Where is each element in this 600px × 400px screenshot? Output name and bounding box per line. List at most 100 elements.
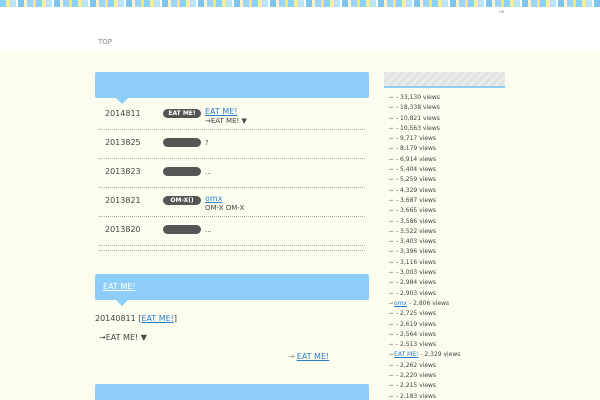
ranking-item: → - 4,329 views bbox=[388, 186, 504, 196]
ranking-item-views: - 2,619 views bbox=[395, 320, 437, 328]
ranking-item-views: - 3,586 views bbox=[395, 217, 437, 225]
ranking-item: → - 2,262 views bbox=[388, 361, 504, 371]
ranking-item: → - 10,563 views bbox=[388, 124, 504, 134]
entry-category-badge[interactable] bbox=[163, 167, 201, 176]
entry-excerpt: ? bbox=[205, 139, 209, 147]
arrow-icon: → bbox=[388, 186, 394, 194]
ranking-item-link[interactable]: EAT ME! bbox=[394, 351, 418, 358]
arrow-icon: → bbox=[388, 279, 394, 287]
entry-excerpt: →EAT ME! ▼ bbox=[205, 117, 247, 125]
ranking-item-views: - 6,914 views bbox=[395, 155, 437, 163]
ranking-item: → - 33,130 views bbox=[388, 93, 504, 103]
ranking-item: → - 3,396 views bbox=[388, 247, 504, 257]
post-title-link[interactable]: EAT ME! bbox=[103, 282, 136, 291]
post-category-link[interactable]: EAT ME! bbox=[141, 314, 174, 323]
arrow-icon: → bbox=[388, 310, 394, 318]
ranking-item: → - 6,914 views bbox=[388, 155, 504, 165]
ranking-item-views: - 10,563 views bbox=[395, 124, 440, 132]
entry-category-badge[interactable] bbox=[163, 225, 201, 234]
entry-excerpt: ... bbox=[205, 168, 212, 176]
entry-title-link[interactable]: omx bbox=[205, 194, 222, 203]
arrow-icon: → bbox=[388, 217, 394, 225]
latest-entries-header bbox=[95, 72, 369, 104]
ranking-item: → - 10,821 views bbox=[388, 114, 504, 124]
ranking-item-views: - 3,116 views bbox=[395, 258, 437, 266]
arrow-icon: → bbox=[388, 94, 394, 101]
ranking-item: → - 3,687 views bbox=[388, 196, 504, 206]
arrow-icon: → bbox=[388, 196, 394, 204]
entry-category-badge[interactable] bbox=[163, 138, 201, 147]
ranking-item: → - 18,338 views bbox=[388, 103, 504, 113]
arrow-icon: → bbox=[388, 289, 394, 297]
ranking-item: → - 2,564 views bbox=[388, 330, 504, 340]
post-date: 20140811 bbox=[95, 314, 136, 323]
arrow-icon: → bbox=[388, 248, 394, 256]
ranking-item: →omx - 2,806 views bbox=[388, 299, 504, 309]
ranking-item: → - 2,984 views bbox=[388, 278, 504, 288]
entry-excerpt: OM-X OM-X bbox=[205, 204, 245, 212]
arrow-icon: → bbox=[388, 269, 394, 277]
arrow-icon: → bbox=[388, 176, 394, 184]
arrow-icon: → bbox=[388, 330, 394, 338]
ranking-item-views: - 5,259 views bbox=[395, 176, 437, 184]
ranking-item: → - 9,717 views bbox=[388, 134, 504, 144]
entry-category-badge[interactable]: OM-X() bbox=[163, 196, 201, 205]
ranking-item-views: - 5,404 views bbox=[395, 166, 437, 174]
entry-date: 2013823 bbox=[105, 167, 141, 176]
arrow-icon: → bbox=[388, 114, 394, 122]
entry-excerpt: ... bbox=[205, 226, 212, 234]
arrow-icon: → bbox=[388, 124, 394, 132]
arrow-icon: → bbox=[388, 382, 394, 390]
ranking-item: → - 2,725 views bbox=[388, 309, 504, 319]
ranking-item-views: - 2,725 views bbox=[395, 310, 437, 318]
ranking-item: → - 3,586 views bbox=[388, 217, 504, 227]
ranking-item: → - 5,404 views bbox=[388, 165, 504, 175]
arrow-icon: → bbox=[388, 351, 394, 359]
arrow-icon: → bbox=[288, 352, 295, 361]
nav-top-link[interactable]: TOP bbox=[98, 38, 112, 46]
site-header: → bbox=[0, 7, 600, 51]
arrow-icon: → bbox=[388, 372, 394, 380]
ranking-item-views: - 8,179 views bbox=[395, 145, 437, 153]
entry-category-badge[interactable]: EAT ME! bbox=[163, 109, 201, 118]
next-post-header bbox=[95, 384, 369, 400]
ranking-item: → - 2,215 views bbox=[388, 381, 504, 391]
ranking-item: → - 3,665 views bbox=[388, 206, 504, 216]
ranking-item-views: - 2,806 views bbox=[409, 299, 450, 307]
read-more: → EAT ME! bbox=[288, 352, 329, 361]
entry-list-divider bbox=[99, 250, 365, 251]
ranking-item-views: - 10,821 views bbox=[395, 114, 440, 122]
ranking-item-views: - 2,262 views bbox=[395, 361, 437, 369]
entry-date: 2013820 bbox=[105, 225, 141, 234]
entry-date: 2014811 bbox=[105, 109, 141, 118]
ranking-item-views: - 18,338 views bbox=[395, 104, 440, 112]
arrow-icon: → bbox=[388, 320, 394, 328]
ranking-item-views: - 3,003 views bbox=[395, 269, 437, 277]
header-arrow-icon[interactable]: → bbox=[498, 8, 504, 16]
ranking-item: → - 5,259 views bbox=[388, 175, 504, 185]
entry-title-link[interactable]: EAT ME! bbox=[205, 107, 238, 116]
ranking-item-link[interactable]: omx bbox=[394, 300, 407, 307]
ranking-item: →EAT ME! - 2,329 views bbox=[388, 350, 504, 360]
read-more-link[interactable]: EAT ME! bbox=[297, 352, 330, 361]
ranking-item-views: - 3,687 views bbox=[395, 196, 437, 204]
ranking-item-views: - 2,220 views bbox=[395, 372, 437, 380]
entry-row: 2013823... bbox=[99, 159, 365, 188]
arrow-icon: → bbox=[388, 238, 394, 246]
ranking-item-views: - 3,522 views bbox=[395, 227, 437, 235]
ranking-item: → - 2,183 views bbox=[388, 392, 504, 400]
arrow-icon: → bbox=[388, 207, 394, 215]
post-bracket-close: ] bbox=[173, 314, 178, 323]
ranking-item: → - 3,116 views bbox=[388, 258, 504, 268]
entry-date: 2013825 bbox=[105, 138, 141, 147]
ranking-item-views: - 2,564 views bbox=[395, 330, 437, 338]
ranking-item: → - 3,522 views bbox=[388, 227, 504, 237]
post-header: EAT ME! bbox=[95, 274, 369, 306]
ranking-item-views: - 3,665 views bbox=[395, 207, 437, 215]
ranking-item-views: - 2,984 views bbox=[395, 279, 437, 287]
ranking-item-views: - 4,329 views bbox=[395, 186, 437, 194]
arrow-icon: → bbox=[388, 258, 394, 266]
ranking-item: → - 2,619 views bbox=[388, 320, 504, 330]
ranking-item: → - 3,403 views bbox=[388, 237, 504, 247]
arrow-icon: → bbox=[388, 166, 394, 174]
